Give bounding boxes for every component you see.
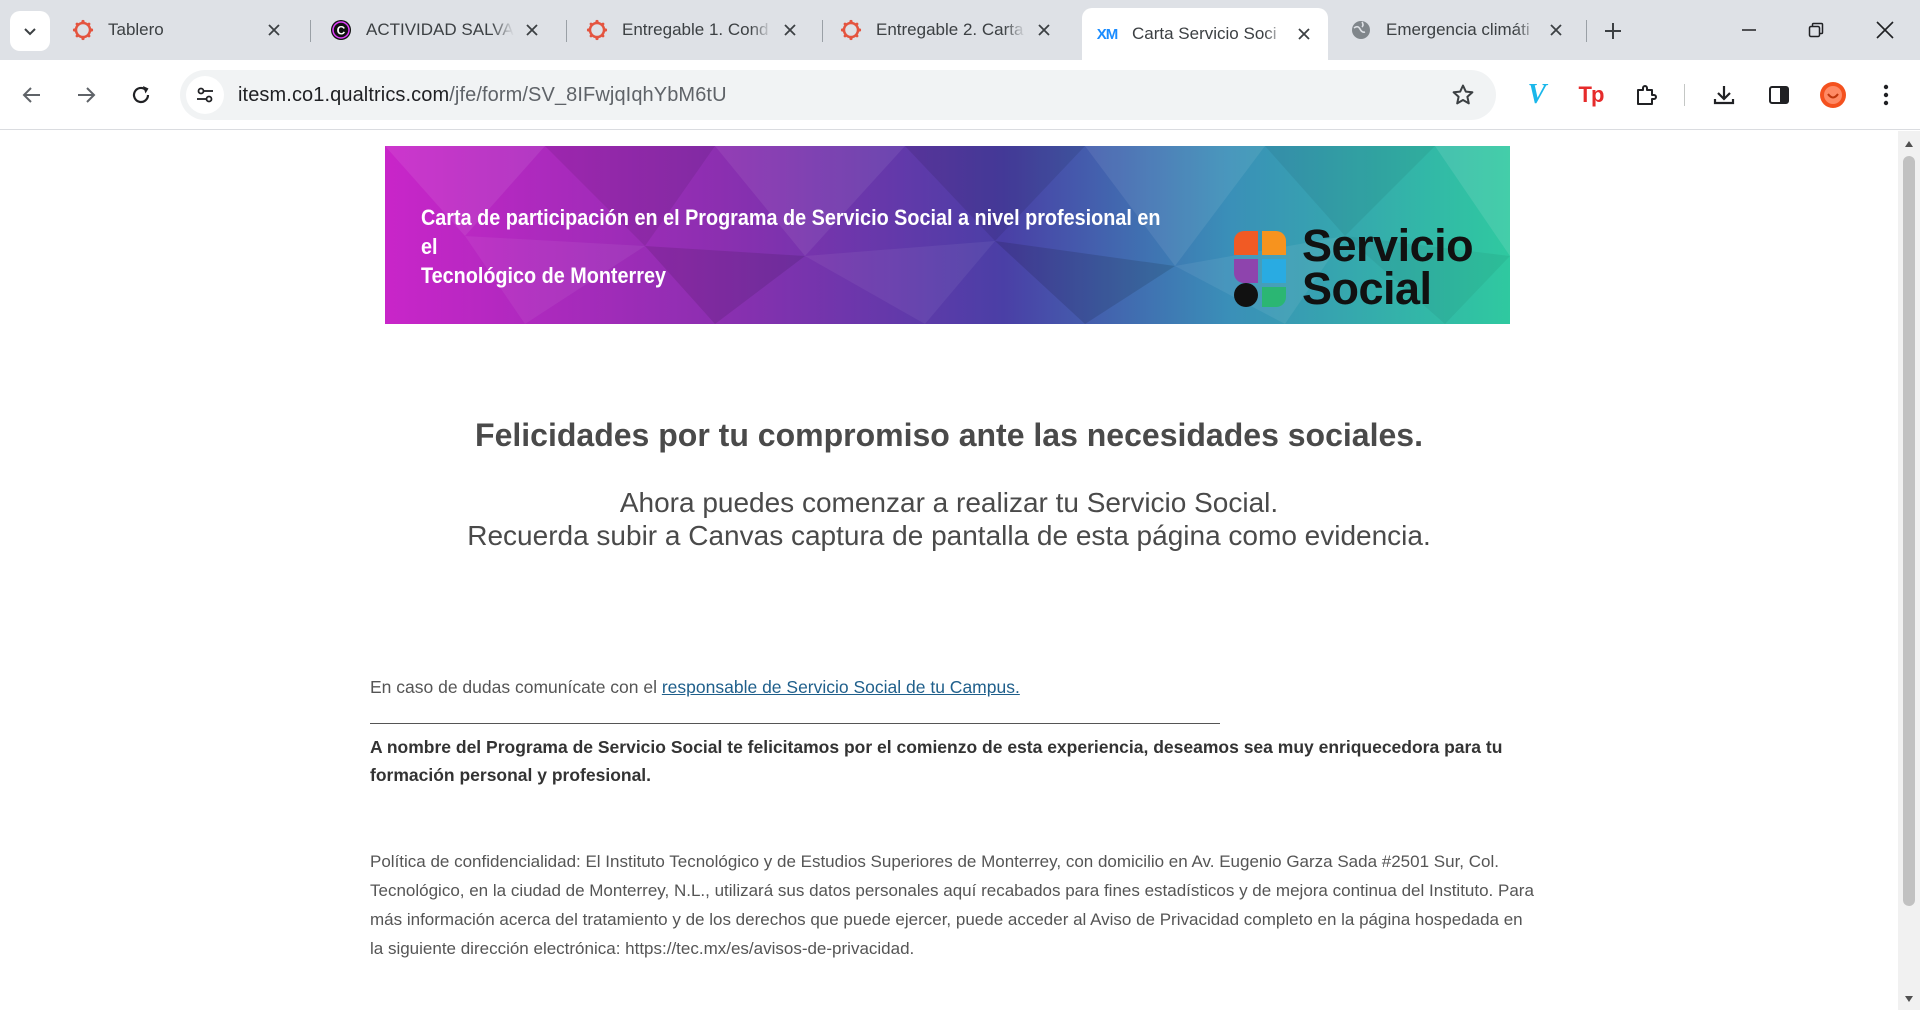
site-info-button[interactable] [186, 76, 224, 114]
scroll-up-button[interactable] [1898, 137, 1920, 151]
plus-icon [1605, 23, 1621, 39]
scrollbar-thumb[interactable] [1903, 156, 1915, 906]
restore-icon [1808, 22, 1824, 38]
tune-icon [197, 87, 213, 103]
circle-c-icon: C [330, 19, 352, 41]
logo-line1: Servicio [1302, 220, 1474, 271]
tab-actividad-salva[interactable]: C ACTIVIDAD SALVA [316, 10, 556, 50]
puzzle-icon [1637, 85, 1657, 105]
downloads-button[interactable] [1706, 77, 1742, 113]
new-tab-button[interactable] [1598, 16, 1628, 46]
extensions-button[interactable] [1628, 77, 1664, 113]
tab-separator [310, 20, 311, 42]
canvas-icon [72, 19, 94, 41]
url-path: /jfe/form/SV_8IFwjqIqhYbM6tU [449, 83, 727, 106]
close-icon[interactable] [1034, 20, 1054, 40]
subtitle-line1: Ahora puedes comenzar a realizar tu Serv… [619, 487, 1279, 518]
bookmark-button[interactable] [1450, 82, 1476, 108]
svg-text:C: C [337, 24, 346, 38]
campus-contact-link[interactable]: responsable de Servicio Social de tu Cam… [662, 677, 1020, 697]
side-panel-icon [1769, 86, 1789, 104]
toolbar-separator [1684, 84, 1685, 106]
tab-carta-servicio-social[interactable]: XM Carta Servicio Soci [1082, 8, 1328, 60]
tp-extension-button[interactable]: Tp [1573, 77, 1609, 113]
contact-prefix: En caso de dudas comunícate con el [370, 677, 662, 697]
tab-search-button[interactable] [10, 11, 50, 51]
privacy-policy-text: Política de confidencialidad: El Institu… [370, 852, 1534, 958]
scroll-down-button[interactable] [1898, 992, 1920, 1006]
canvas-icon [586, 19, 608, 41]
page-title: Felicidades por tu compromiso ante las n… [475, 417, 1423, 453]
browser-toolbar: itesm.co1.qualtrics.com/jfe/form/SV_8IFw… [0, 60, 1920, 130]
profile-button[interactable] [1815, 77, 1851, 113]
browser-menu-button[interactable] [1868, 77, 1904, 113]
reload-icon [132, 86, 150, 104]
tab-title: ACTIVIDAD SALVA [366, 20, 514, 40]
tab-title: Tablero [108, 20, 256, 40]
url-text[interactable]: itesm.co1.qualtrics.com/jfe/form/SV_8IFw… [238, 84, 727, 107]
more-vert-icon [1883, 84, 1889, 106]
tab-entregable-2[interactable]: Entregable 2. Carta [826, 10, 1068, 50]
address-bar[interactable]: itesm.co1.qualtrics.com/jfe/form/SV_8IFw… [180, 70, 1496, 120]
canvas-icon [840, 19, 862, 41]
reload-button[interactable] [123, 77, 159, 113]
close-icon[interactable] [522, 20, 542, 40]
tab-title: Entregable 1. Cond [622, 20, 772, 40]
page-viewport: Carta de participación en el Programa de… [0, 131, 1898, 1010]
globe-icon [1350, 19, 1372, 41]
tab-title: Carta Servicio Soci [1132, 24, 1286, 44]
restore-button[interactable] [1801, 14, 1831, 46]
back-button[interactable] [14, 77, 50, 113]
tab-separator [1586, 20, 1587, 42]
servicio-social-logo-text: Servicio Social [1302, 220, 1474, 314]
tab-separator [822, 20, 823, 42]
triangle-down-icon [1905, 996, 1913, 1002]
divider [370, 723, 1220, 724]
close-icon[interactable] [264, 20, 284, 40]
banner-title: Carta de participación en el Programa de… [421, 203, 1168, 290]
forward-button[interactable] [68, 77, 104, 113]
minimize-icon [1742, 29, 1756, 31]
contact-text: En caso de dudas comunícate con el respo… [370, 677, 1020, 698]
avatar [1820, 82, 1846, 108]
vertical-scrollbar[interactable] [1898, 131, 1920, 1010]
tab-emergencia-climatica[interactable]: Emergencia climáti [1336, 10, 1580, 50]
tab-strip: Tablero C ACTIVIDAD SALVA Entregable 1. … [0, 0, 1920, 60]
closing-message: A nombre del Programa de Servicio Social… [370, 737, 1503, 785]
close-icon [1876, 21, 1894, 39]
close-window-button[interactable] [1870, 14, 1900, 46]
xm-label: XM [1096, 25, 1118, 43]
close-icon[interactable] [780, 20, 800, 40]
subtitle-line2: Recuerda subir a Canvas captura de panta… [467, 520, 1431, 551]
minimize-button[interactable] [1734, 14, 1764, 46]
banner-title-line1: Carta de participación en el Programa de… [421, 205, 1161, 259]
arrow-right-icon [78, 87, 96, 103]
servicio-social-logo-icon [1234, 231, 1286, 307]
tp-extension-icon: Tp [1578, 82, 1605, 107]
triangle-up-icon [1905, 141, 1913, 147]
vimeo-extension-icon: V [1527, 79, 1547, 110]
tab-title: Emergencia climáti [1386, 20, 1538, 40]
tab-tablero[interactable]: Tablero [58, 10, 298, 50]
header-banner: Carta de participación en el Programa de… [385, 146, 1510, 324]
logo-line2: Social [1302, 263, 1432, 314]
tab-separator [566, 20, 567, 42]
tab-title: Entregable 2. Carta [876, 20, 1026, 40]
arrow-left-icon [22, 87, 40, 103]
banner-title-line2: Tecnológico de Monterrey [421, 263, 666, 288]
close-icon[interactable] [1546, 20, 1566, 40]
side-panel-button[interactable] [1761, 77, 1797, 113]
qualtrics-xm-icon: XM [1096, 23, 1118, 45]
vimeo-extension-button[interactable]: V [1519, 77, 1555, 113]
close-icon[interactable] [1294, 24, 1314, 44]
chevron-down-icon [24, 28, 36, 36]
url-host: itesm.co1.qualtrics.com [238, 83, 450, 106]
tab-entregable-1[interactable]: Entregable 1. Cond [572, 10, 814, 50]
download-icon [1713, 86, 1735, 105]
star-icon [1452, 84, 1474, 105]
